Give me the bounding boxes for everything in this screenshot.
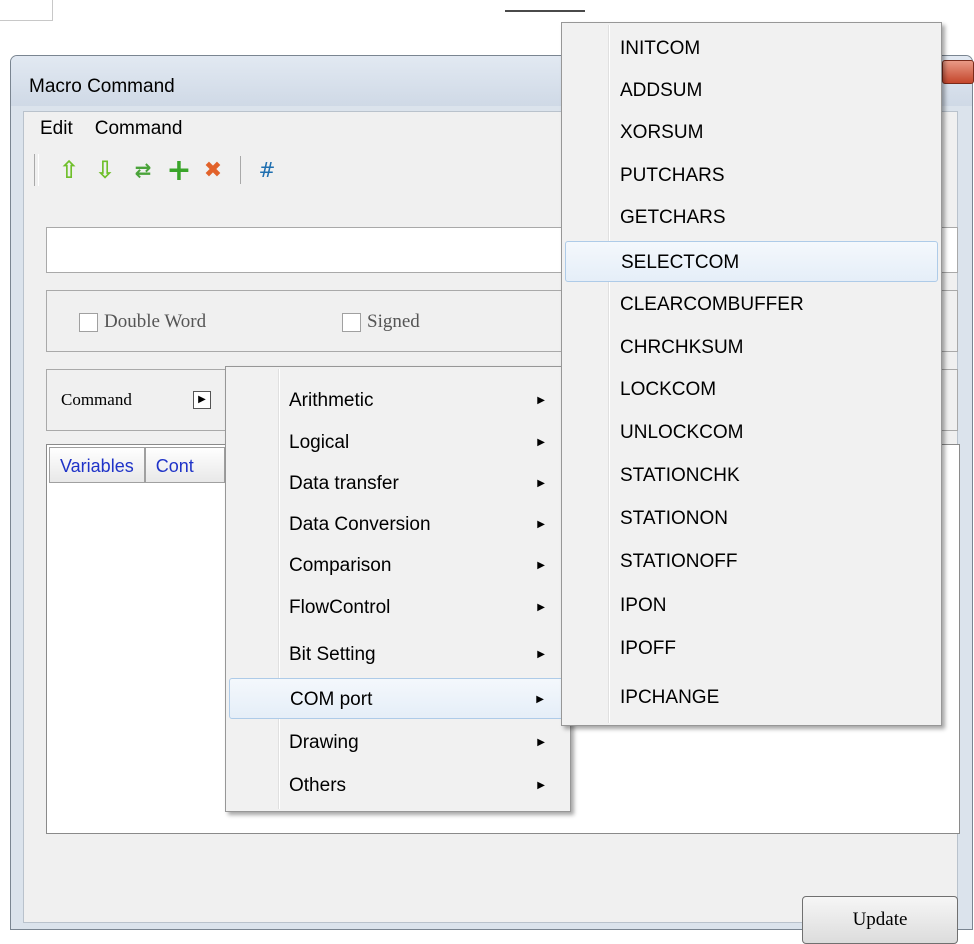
submenu-item-getchars[interactable]: GETCHARS (565, 197, 938, 238)
submenu-arrow-icon: ▶ (537, 395, 545, 406)
double-word-checkbox[interactable]: Double Word (79, 311, 206, 333)
submenu-item-lockcom[interactable]: LOCKCOM (565, 369, 938, 410)
submenu-item-label: LOCKCOM (620, 379, 717, 400)
menu-item-label: Logical (289, 432, 350, 453)
submenu-item-label: SELECTCOM (621, 252, 740, 273)
submenu-item-label: PUTCHARS (620, 165, 725, 186)
submenu-item-stationoff[interactable]: STATIONOFF (565, 541, 938, 582)
menu-item-drawing[interactable]: Drawing ▶ (229, 722, 567, 763)
menu-item-others[interactable]: Others ▶ (229, 765, 567, 806)
submenu-arrow-icon: ▶ (537, 519, 545, 530)
submenu-item-label: CLEARCOMBUFFER (620, 294, 804, 315)
menu-item-label: Arithmetic (289, 390, 374, 411)
menu-item-label: Comparison (289, 555, 392, 576)
submenu-item-selectcom[interactable]: SELECTCOM (565, 241, 938, 282)
menu-item-label: COM port (290, 689, 373, 710)
submenu-item-label: UNLOCKCOM (620, 422, 744, 443)
swap-icon[interactable]: ⇄ (128, 154, 158, 186)
submenu-arrow-icon: ▶ (537, 560, 545, 571)
submenu-item-label: IPON (620, 595, 667, 616)
submenu-item-ipon[interactable]: IPON (565, 585, 938, 626)
menu-bar: Edit Command (40, 118, 182, 144)
submenu-item-addsum[interactable]: ADDSUM (565, 70, 938, 111)
submenu-item-label: STATIONOFF (620, 551, 738, 572)
menu-item-bit-setting[interactable]: Bit Setting ▶ (229, 634, 567, 675)
menu-item-label: Others (289, 775, 347, 796)
submenu-item-label: STATIONCHK (620, 465, 740, 486)
toolbar: ⇧ ⇩ ⇄ + ✖ # (34, 152, 334, 192)
submenu-item-label: CHRCHKSUM (620, 337, 744, 358)
submenu-item-label: IPCHANGE (620, 687, 720, 708)
signed-label: Signed (367, 311, 420, 332)
menu-item-label: Bit Setting (289, 644, 376, 665)
menu-item-com-port[interactable]: COM port ▶ (229, 678, 567, 719)
menu-item-label: FlowControl (289, 597, 391, 618)
submenu-item-label: ADDSUM (620, 80, 703, 101)
add-icon[interactable]: + (164, 153, 194, 188)
menu-edit[interactable]: Edit (40, 118, 73, 144)
submenu-item-label: IPOFF (620, 638, 676, 659)
close-button[interactable] (942, 60, 974, 84)
checkbox-box[interactable] (342, 312, 361, 332)
submenu-item-stationchk[interactable]: STATIONCHK (565, 455, 938, 496)
submenu-arrow-icon: ▶ (536, 694, 544, 705)
background-frame (0, 0, 53, 21)
toolbar-grip[interactable] (34, 154, 39, 186)
menu-command[interactable]: Command (95, 118, 183, 144)
menu-item-data-conversion[interactable]: Data Conversion ▶ (229, 504, 567, 545)
background-window-strip (0, 0, 974, 22)
menu-item-label: Data Conversion (289, 514, 431, 535)
submenu-arrow-icon: ▶ (537, 437, 545, 448)
com-port-submenu: INITCOM ADDSUM XORSUM PUTCHARS GETCHARS … (561, 22, 942, 726)
menu-item-flowcontrol[interactable]: FlowControl ▶ (229, 587, 567, 628)
move-up-icon[interactable]: ⇧ (54, 154, 84, 186)
toolbar-separator (240, 156, 241, 184)
hash-icon[interactable]: # (252, 154, 282, 186)
submenu-arrow-icon: ▶ (537, 478, 545, 489)
command-category-menu: Arithmetic ▶ Logical ▶ Data transfer ▶ Data… (225, 366, 571, 812)
menu-item-label: Data transfer (289, 473, 399, 494)
background-line (505, 10, 585, 20)
checkbox-box[interactable] (79, 312, 98, 332)
column-header-content[interactable]: Cont (144, 447, 225, 483)
window-title: Macro Command (29, 76, 175, 97)
submenu-item-ipoff[interactable]: IPOFF (565, 628, 938, 669)
submenu-item-clearcombuffer[interactable]: CLEARCOMBUFFER (565, 284, 938, 325)
column-header-variables[interactable]: Variables (49, 447, 145, 483)
submenu-item-ipchange[interactable]: IPCHANGE (565, 677, 938, 718)
submenu-item-label: XORSUM (620, 122, 704, 143)
submenu-item-chrchksum[interactable]: CHRCHKSUM (565, 327, 938, 368)
submenu-item-label: INITCOM (620, 38, 701, 59)
signed-checkbox[interactable]: Signed (342, 311, 420, 333)
submenu-item-initcom[interactable]: INITCOM (565, 28, 938, 69)
menu-item-logical[interactable]: Logical ▶ (229, 422, 567, 463)
command-label: Command (61, 390, 132, 409)
submenu-arrow-icon: ▶ (537, 602, 545, 613)
double-word-label: Double Word (104, 311, 207, 332)
delete-icon[interactable]: ✖ (198, 154, 228, 186)
menu-item-comparison[interactable]: Comparison ▶ (229, 545, 567, 586)
submenu-arrow-icon: ▶ (537, 649, 545, 660)
command-expand-button[interactable]: ▶ (193, 391, 211, 409)
update-button[interactable]: Update (802, 896, 958, 944)
submenu-item-label: STATIONON (620, 508, 729, 529)
list-header: Variables Cont (49, 447, 225, 483)
submenu-item-xorsum[interactable]: XORSUM (565, 112, 938, 153)
submenu-item-unlockcom[interactable]: UNLOCKCOM (565, 412, 938, 453)
move-down-icon[interactable]: ⇩ (90, 154, 120, 186)
submenu-item-stationon[interactable]: STATIONON (565, 498, 938, 539)
submenu-item-putchars[interactable]: PUTCHARS (565, 155, 938, 196)
submenu-arrow-icon: ▶ (537, 737, 545, 748)
submenu-arrow-icon: ▶ (537, 780, 545, 791)
menu-item-data-transfer[interactable]: Data transfer ▶ (229, 463, 567, 504)
menu-item-label: Drawing (289, 732, 359, 753)
menu-item-arithmetic[interactable]: Arithmetic ▶ (229, 380, 567, 421)
submenu-item-label: GETCHARS (620, 207, 726, 228)
